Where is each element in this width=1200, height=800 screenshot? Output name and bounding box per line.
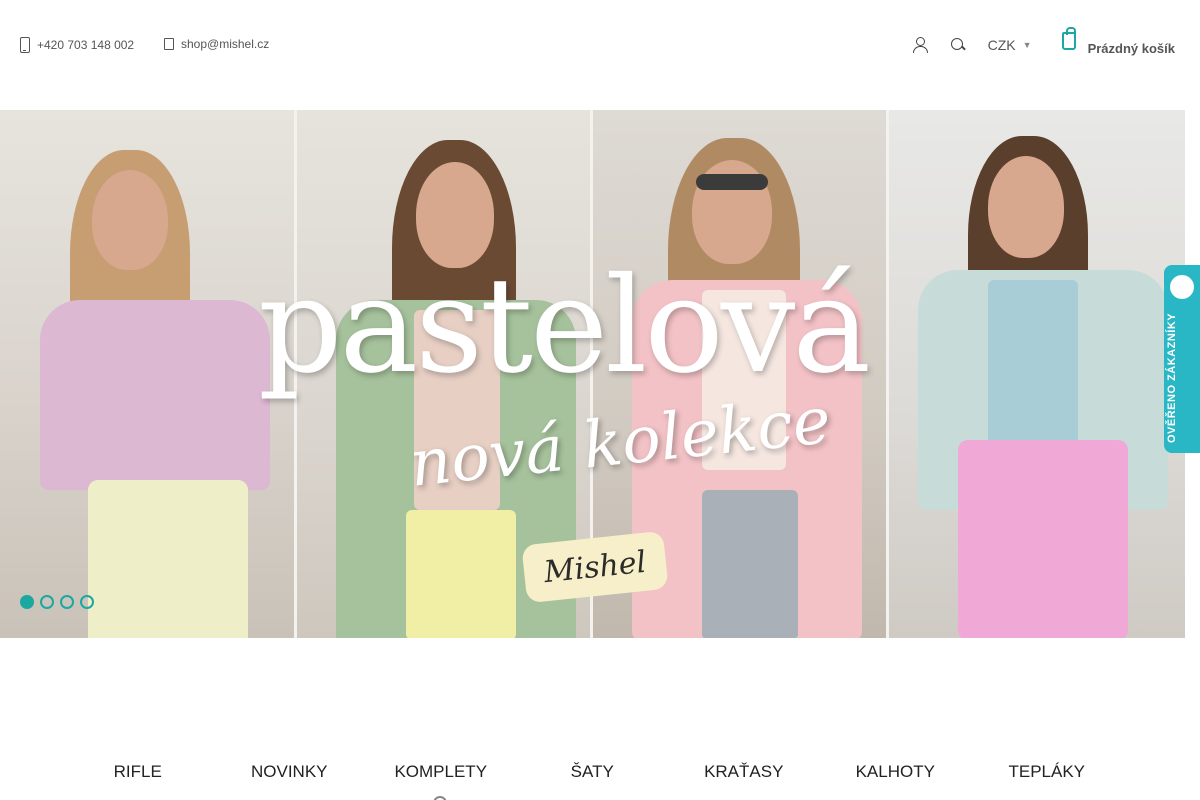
slider-dot-4[interactable] — [80, 595, 94, 609]
cart-label: Prázdný košík — [1087, 40, 1175, 56]
site-header: +420 703 148 002 shop@mishel.cz CZK ▼ Pr… — [0, 0, 1200, 110]
category-kratasy[interactable]: KRAŤASY — [668, 762, 820, 782]
phone-contact[interactable]: +420 703 148 002 — [20, 37, 134, 53]
category-saty[interactable]: ŠATY — [517, 762, 669, 782]
category-teplaky[interactable]: TEPLÁKY — [971, 762, 1123, 782]
category-image-icon — [433, 796, 447, 800]
user-icon[interactable] — [912, 37, 928, 53]
cart-icon — [1061, 27, 1076, 50]
verified-label: OVĚŘENO ZÁKAZNÍKY — [1166, 312, 1178, 443]
phone-icon — [20, 37, 30, 53]
hero-photo-1 — [0, 110, 296, 638]
slider-dot-2[interactable] — [40, 595, 54, 609]
currency-selector[interactable]: CZK ▼ — [988, 37, 1032, 53]
hero-banner[interactable]: pastelová nová kolekce Mishel — [0, 110, 1185, 638]
email-address[interactable]: shop@mishel.cz — [181, 37, 269, 51]
cart-button[interactable]: Prázdný košík — [1061, 27, 1175, 56]
email-contact[interactable]: shop@mishel.cz — [164, 37, 269, 51]
category-novinky[interactable]: NOVINKY — [214, 762, 366, 782]
category-nav: RIFLE NOVINKY KOMPLETY ŠATY KRAŤASY KALH… — [62, 762, 1137, 782]
hero-title: pastelová — [258, 249, 871, 403]
slider-dots — [20, 595, 100, 609]
slider-dot-3[interactable] — [60, 595, 74, 609]
category-rifle[interactable]: RIFLE — [62, 762, 214, 782]
category-komplety[interactable]: KOMPLETY — [365, 762, 517, 782]
chevron-down-icon: ▼ — [1022, 40, 1032, 50]
phone-number[interactable]: +420 703 148 002 — [37, 38, 134, 52]
slider-dot-1[interactable] — [20, 595, 34, 609]
mail-icon — [164, 38, 174, 50]
verified-badge[interactable]: OVĚŘENO ZÁKAZNÍKY — [1164, 265, 1200, 453]
currency-value: CZK — [987, 37, 1016, 53]
category-kalhoty[interactable]: KALHOTY — [820, 762, 972, 782]
header-actions: CZK ▼ Prázdný košík — [912, 27, 1175, 60]
verified-seal-icon — [1170, 275, 1194, 299]
search-icon[interactable] — [950, 37, 966, 53]
